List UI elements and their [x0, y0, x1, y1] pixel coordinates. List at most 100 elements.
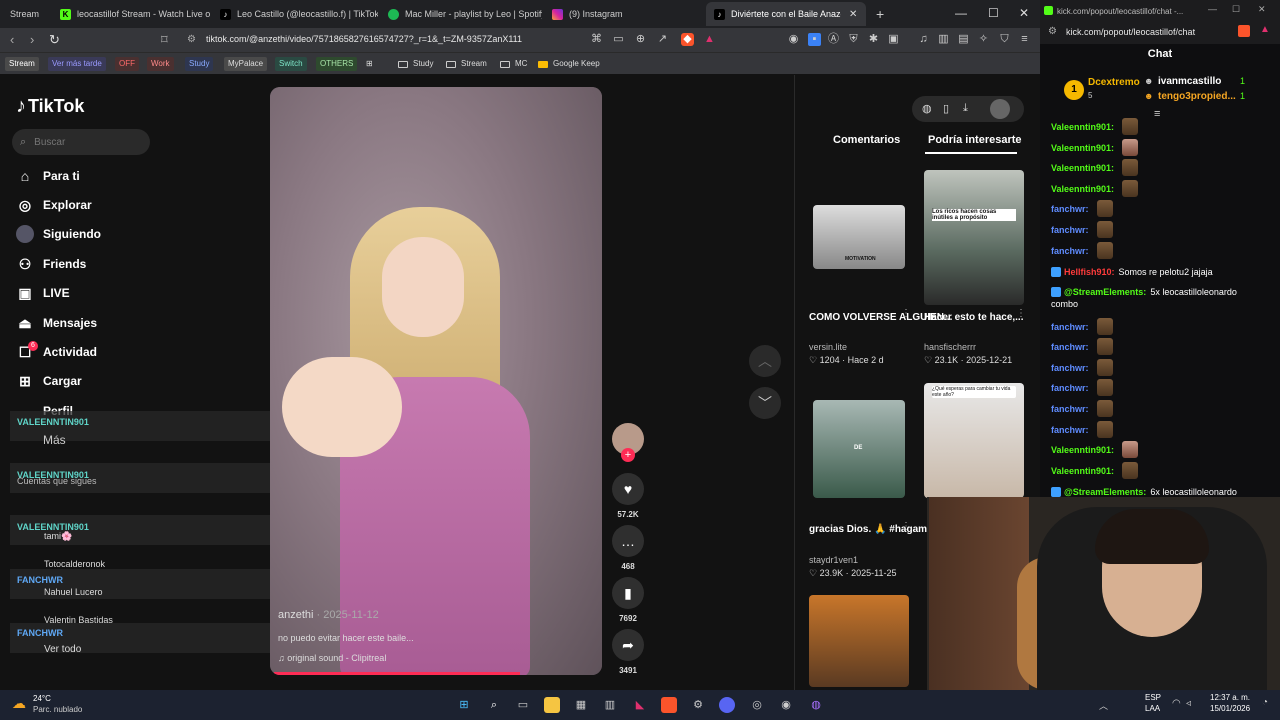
search-icon[interactable]: ⌕: [486, 697, 502, 713]
brave-shield-icon[interactable]: ◆: [681, 33, 694, 46]
bookmark-off[interactable]: OFF: [115, 57, 139, 71]
extension-icon-1[interactable]: ◉: [787, 33, 800, 46]
site-info-icon[interactable]: ⚙: [187, 34, 196, 45]
minimize-icon[interactable]: —: [955, 6, 967, 20]
chat-username[interactable]: Valeenntin901:: [1051, 466, 1114, 476]
chat-username[interactable]: Hellfish910:: [1064, 267, 1115, 277]
device-icon[interactable]: ▯: [943, 102, 949, 115]
tab-stream[interactable]: Stream: [2, 2, 50, 26]
share-action[interactable]: ➦ 3491: [612, 629, 644, 675]
chat-username[interactable]: Valeenntin901:: [1051, 122, 1114, 132]
nav-mensajes[interactable]: ⏏ Mensajes: [16, 312, 97, 334]
search-input[interactable]: [34, 136, 135, 148]
chat-username[interactable]: Valeenntin901:: [1051, 143, 1114, 153]
wallet-icon[interactable]: ▤: [957, 33, 970, 46]
brave-rewards-icon[interactable]: ▲: [703, 33, 716, 46]
weather-desc[interactable]: Parc. nublado: [33, 705, 82, 714]
tab-recommended[interactable]: Podría interesarte: [928, 134, 1022, 146]
folder-study[interactable]: Study: [398, 57, 433, 71]
site-info-icon[interactable]: ⚙: [1048, 26, 1057, 37]
media-icon[interactable]: ♫: [917, 33, 930, 46]
tab-tiktok-profile[interactable]: ♪ Leo Castillo (@leocastillo.f) | TikTok: [212, 2, 378, 26]
chat-username[interactable]: fanchwr:: [1051, 322, 1089, 332]
folder-mc[interactable]: MC: [500, 57, 527, 71]
leader-name[interactable]: Dcextremo: [1088, 77, 1140, 88]
collapse-icon[interactable]: ≡: [1154, 108, 1160, 120]
share-arrow-icon[interactable]: ➦: [612, 629, 644, 661]
obs-icon[interactable]: ◎: [749, 697, 765, 713]
following-item[interactable]: Totocalderonok: [44, 559, 105, 569]
reload-icon[interactable]: ↻: [49, 32, 60, 48]
video-sound[interactable]: ♫ original sound - Clipitreal: [278, 653, 386, 663]
maximize-icon[interactable]: ☐: [988, 6, 999, 20]
brave-shield-icon[interactable]: [1238, 25, 1250, 37]
app-icon-3[interactable]: ◍: [808, 697, 824, 713]
video-author[interactable]: anzethi · 2025-11-12: [278, 609, 379, 621]
comment-action[interactable]: … 468: [612, 525, 644, 571]
tiktok-logo[interactable]: ♪ TikTok: [16, 95, 84, 118]
explore-icon[interactable]: ◍: [922, 102, 932, 115]
zoom-icon[interactable]: ⊕: [634, 33, 647, 46]
bookmark-switch[interactable]: Switch: [275, 57, 307, 71]
more-options-icon[interactable]: ⋮: [1016, 308, 1026, 319]
save-action[interactable]: ▮ 7692: [612, 577, 644, 623]
discord-icon[interactable]: [719, 697, 735, 713]
bookmark-ver-mas-tarde[interactable]: Ver más tarde: [48, 57, 106, 71]
weather-temp[interactable]: 24°C: [33, 694, 51, 703]
screencast-icon[interactable]: ▭: [612, 33, 625, 46]
url-field[interactable]: tiktok.com/@anzethi/video/75718658276165…: [206, 34, 522, 44]
tab-spotify[interactable]: Mac Miller - playlist by Leo | Spotify: [380, 2, 542, 26]
new-tab-button[interactable]: +: [868, 2, 890, 26]
chat-username[interactable]: @StreamElements:: [1064, 287, 1146, 297]
close-tab-icon[interactable]: ✕: [849, 9, 857, 20]
follow-plus-icon[interactable]: +: [621, 448, 635, 462]
sidebar-icon[interactable]: ▥: [937, 33, 950, 46]
bookmark-icon[interactable]: ⌑: [161, 32, 168, 48]
leader-name[interactable]: tengo3propied...: [1158, 91, 1236, 102]
chat-username[interactable]: fanchwr:: [1051, 383, 1089, 393]
chat-username[interactable]: fanchwr:: [1051, 225, 1089, 235]
clock-time[interactable]: 12:37 a. m.: [1210, 693, 1250, 702]
store-icon[interactable]: ▦: [573, 697, 589, 713]
bookmark-study[interactable]: Study: [185, 57, 214, 71]
nav-mas[interactable]: Más: [16, 429, 66, 451]
file-explorer-icon[interactable]: [544, 697, 560, 713]
nav-siguiendo[interactable]: Siguiendo: [16, 223, 101, 245]
user-avatar[interactable]: [990, 99, 1010, 119]
nav-live[interactable]: ▣ LIVE: [16, 282, 69, 304]
url-field[interactable]: kick.com/popout/leocastillof/chat: [1066, 27, 1195, 37]
bookmark-save-icon[interactable]: ▮: [612, 577, 644, 609]
next-video-button[interactable]: ﹀: [749, 387, 781, 419]
vpn-icon[interactable]: ⛉: [998, 33, 1011, 46]
chat-username[interactable]: fanchwr:: [1051, 363, 1089, 373]
download-icon[interactable]: ⤓: [963, 102, 968, 115]
leader-name[interactable]: ivanmcastillo: [1158, 76, 1221, 87]
close-window-icon[interactable]: ✕: [1258, 4, 1266, 15]
clock-date[interactable]: 15/01/2026: [1210, 704, 1250, 713]
chat-username[interactable]: Valeenntin901:: [1051, 445, 1114, 455]
menu-icon[interactable]: ≡: [1018, 33, 1031, 46]
notification-icon[interactable]: ◔: [1262, 697, 1268, 708]
more-options-icon[interactable]: ⋮: [901, 521, 911, 532]
tab-kick-stream[interactable]: K leocastillof Stream - Watch Live o: [52, 2, 210, 26]
chat-username[interactable]: fanchwr:: [1051, 404, 1089, 414]
chat-username[interactable]: Valeenntin901:: [1051, 184, 1114, 194]
bookmark-google-keep[interactable]: Google Keep: [538, 57, 600, 71]
chat-username[interactable]: @StreamElements:: [1064, 487, 1146, 497]
more-options-icon[interactable]: ⋮: [901, 308, 911, 319]
bookmark-stream[interactable]: Stream: [5, 57, 39, 71]
video-player[interactable]: anzethi · 2025-11-12 no puedo evitar hac…: [270, 87, 602, 675]
chat-username[interactable]: fanchwr:: [1051, 204, 1089, 214]
video-progress-bar[interactable]: [274, 672, 520, 675]
nav-cargar[interactable]: ⊞ Cargar: [16, 370, 82, 392]
following-item[interactable]: Nahuel Lucero: [44, 587, 103, 597]
extension-icon-3[interactable]: Ⓐ: [827, 33, 840, 46]
app-icon[interactable]: ▥: [602, 697, 618, 713]
chat-username[interactable]: fanchwr:: [1051, 246, 1089, 256]
minimize-icon[interactable]: —: [1208, 4, 1217, 14]
chat-username[interactable]: fanchwr:: [1051, 425, 1089, 435]
bookmark-mypalace[interactable]: MyPalace: [224, 57, 268, 71]
share-icon[interactable]: ↗: [656, 33, 669, 46]
previous-video-button[interactable]: ︿: [749, 345, 781, 377]
see-all-link[interactable]: Ver todo: [44, 644, 81, 655]
